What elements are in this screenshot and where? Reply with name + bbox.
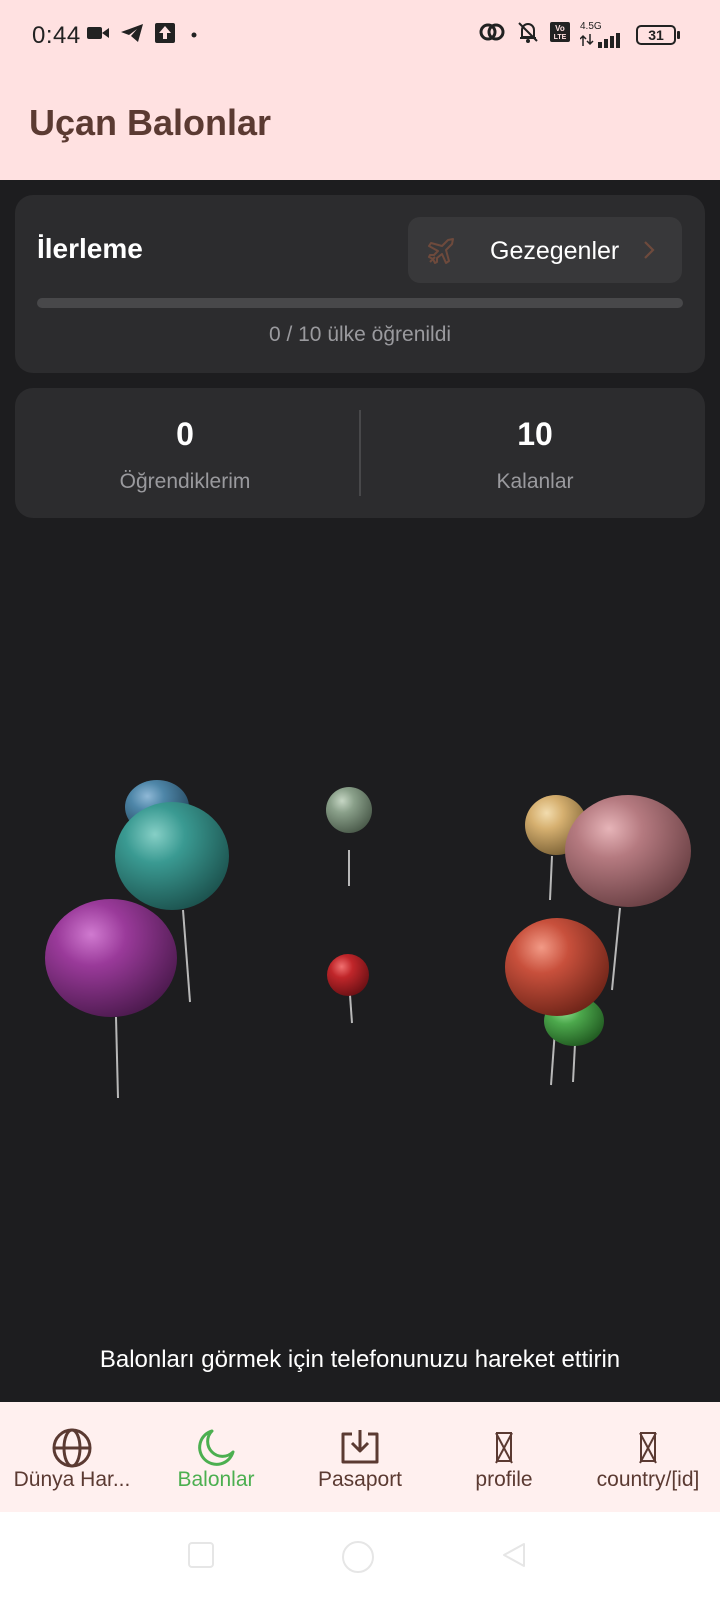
progress-card: İlerleme Gezegenler 0 / 10 ülke öğrenild… [15,195,705,373]
upload-icon [154,22,176,49]
battery-level: 31 [636,24,676,45]
system-nav-bar [0,1512,720,1600]
nav-item-passport[interactable]: Pasaport [288,1402,432,1512]
balloon-red[interactable] [327,954,369,996]
progress-bar [37,298,683,308]
stats-divider [359,410,361,496]
balloon-sage[interactable] [326,787,372,833]
moon-icon [196,1428,236,1473]
video-camera-icon [86,24,110,47]
balloon-scene[interactable] [0,520,720,1320]
planets-button-label: Gezegenler [490,237,620,265]
nav-item-profile[interactable]: profile [432,1402,576,1512]
bottom-nav: Dünya Har... Balonlar Pasaport profile c… [0,1402,720,1512]
bell-off-icon [516,20,540,49]
globe-icon [52,1428,92,1473]
download-box-icon [339,1428,381,1471]
progress-text: 0 / 10 ülke öğrenildi [268,323,452,346]
balloon-teal[interactable] [115,802,229,910]
learned-count: 0 [176,416,194,452]
nav-item-balloons[interactable]: Balonlar [144,1402,288,1512]
status-time: 0:44 [32,22,81,49]
hint-text: Balonları görmek için telefonunuzu harek… [99,1346,621,1373]
balloon-rose[interactable] [565,795,691,907]
recent-apps-button[interactable] [186,1540,216,1575]
nav-item-country[interactable]: country/[id] [576,1402,720,1512]
balloons [45,780,691,1046]
home-button[interactable] [340,1540,376,1579]
telegram-icon [120,23,144,48]
balloon-canvas [45,780,691,1099]
learned-stat: 0 Öğrendiklerim [15,388,355,518]
nav-label-passport: Pasaport [317,1468,403,1491]
dot-icon [186,27,202,45]
network-type-label: 4.5G [580,20,602,32]
status-left-icons [86,22,202,49]
nav-label-profile: profile [475,1468,533,1491]
nav-label-country: country/[id] [596,1468,700,1491]
app-bar: Uçan Balonlar [0,72,720,180]
volte-icon: Vo LTE [550,21,570,48]
balloon-coral[interactable] [505,918,609,1016]
stats-card: 0 Öğrendiklerim 10 Kalanlar [15,388,705,518]
missing-glyph-icon [496,1432,512,1462]
link-icon [478,21,506,48]
missing-glyph-icon [640,1432,656,1462]
nav-item-world-map[interactable]: Dünya Har... [0,1402,144,1512]
battery-icon: 31 [636,24,680,45]
svg-text:LTE: LTE [554,34,567,41]
learned-label: Öğrendiklerim [119,470,251,493]
status-bar: 0:44 Vo LTE 4.5G 31 [0,0,720,72]
remaining-label: Kalanlar [496,470,574,493]
remaining-stat: 10 Kalanlar [365,388,705,518]
airplane-icon [426,235,458,272]
back-button[interactable] [500,1540,528,1575]
status-right-icons: Vo LTE 4.5G 31 [478,20,680,49]
planets-button[interactable]: Gezegenler [408,217,682,283]
signal-icon: 4.5G [580,20,626,48]
nav-label-balloons: Balonlar [177,1468,255,1491]
page-title: Uçan Balonlar [29,102,272,143]
nav-label-world-map: Dünya Har... [13,1468,131,1491]
svg-text:Vo: Vo [555,24,565,33]
balloon-purple[interactable] [45,899,177,1017]
remaining-count: 10 [517,416,553,452]
chevron-right-icon [642,239,656,266]
progress-title: İlerleme [37,233,143,264]
